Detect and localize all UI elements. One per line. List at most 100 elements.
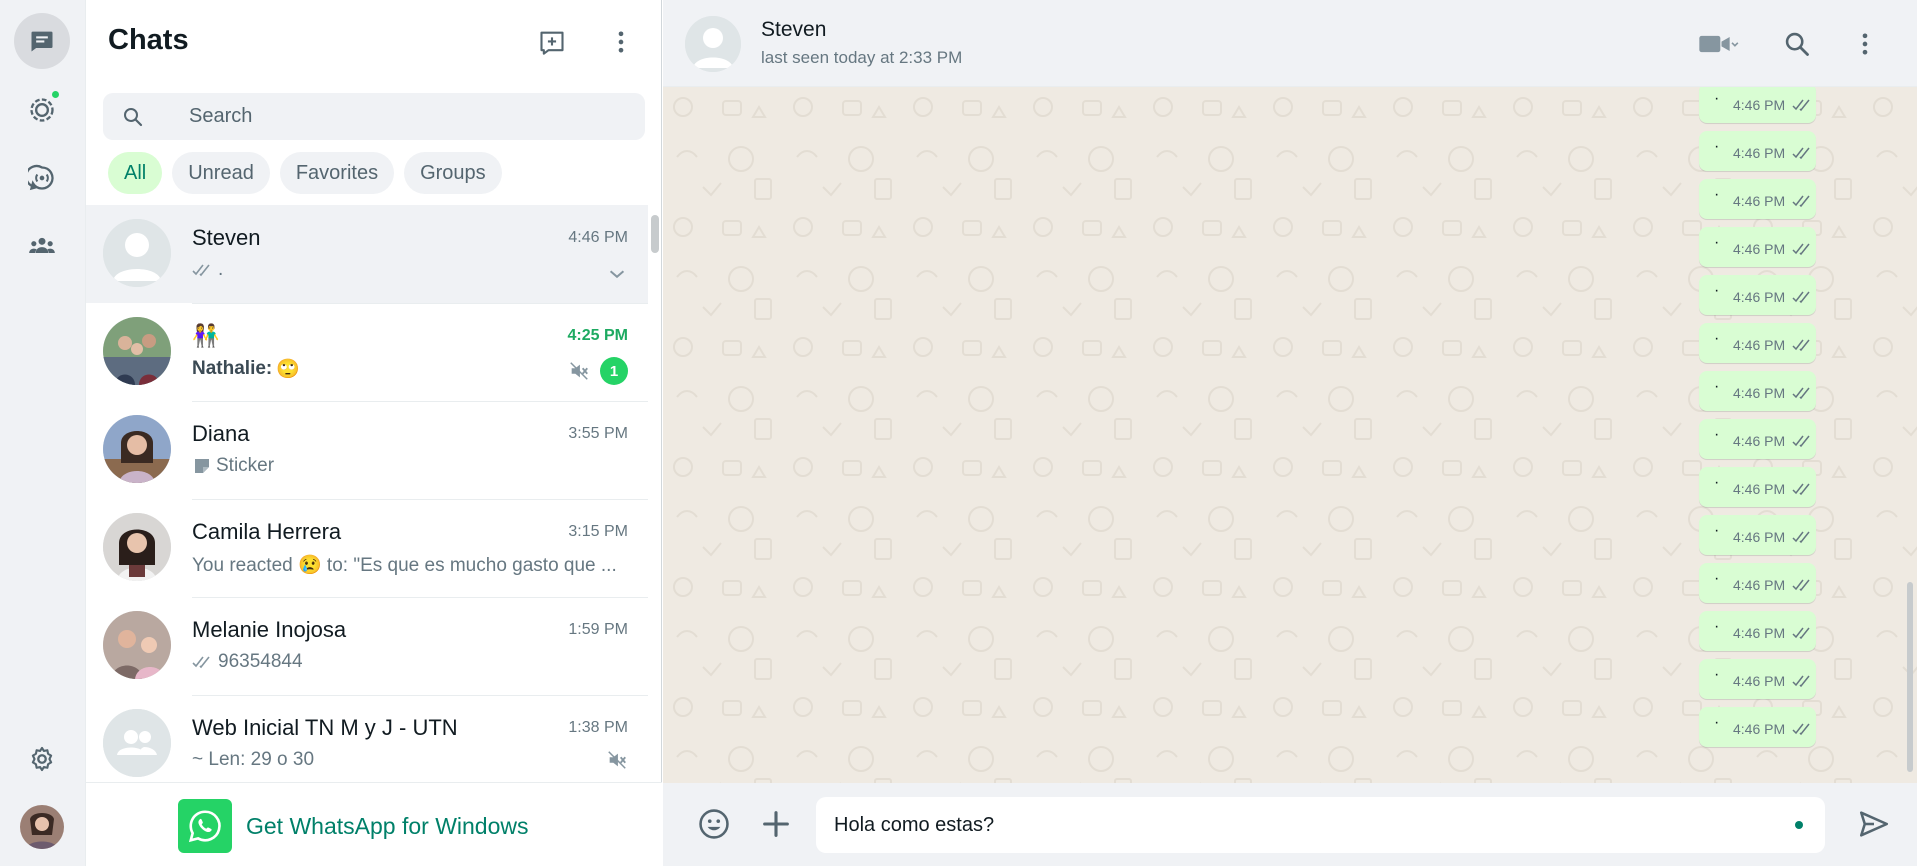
channels-icon [28, 164, 54, 191]
last-seen-status: last seen today at 2:33 PM [761, 48, 963, 67]
send-button[interactable] [1853, 803, 1895, 845]
outgoing-message-bubble[interactable]: · 4:46 PM [1699, 419, 1816, 459]
chat-row-meta: 1 [568, 357, 628, 385]
conversation-search-button[interactable] [1777, 24, 1817, 64]
chat-row-camila-herrera[interactable]: Camila Herrera 3:15 PM You reacted 😢 to:… [86, 499, 648, 597]
list-menu-button[interactable] [601, 22, 641, 62]
chat-row-diana[interactable]: Diana 3:55 PM Sticker [86, 401, 648, 499]
message-time: 4:46 PM [1733, 529, 1786, 545]
double-check-icon [1792, 483, 1810, 496]
chat-preview-text: ~ Len: 29 o 30 [192, 749, 315, 770]
outgoing-message-bubble[interactable]: · 4:46 PM [1699, 87, 1816, 123]
message-scrollbar[interactable] [1907, 582, 1913, 772]
chat-list-scrollbar[interactable] [651, 215, 659, 253]
rail-channels-button[interactable] [14, 150, 70, 206]
filter-favorites[interactable]: Favorites [279, 152, 395, 194]
message-text: · [1714, 666, 1720, 683]
filter-groups[interactable]: Groups [404, 152, 502, 194]
rail-settings-button[interactable] [14, 731, 70, 787]
filter-unread[interactable]: Unread [172, 152, 270, 194]
get-windows-app-link[interactable]: Get WhatsApp for Windows [246, 813, 529, 840]
contact-photo [103, 513, 171, 581]
message-time: 4:46 PM [1733, 433, 1786, 449]
emoji-button[interactable] [693, 803, 735, 845]
outgoing-message-bubble[interactable]: · 4:46 PM [1699, 275, 1816, 315]
double-check-icon [1792, 339, 1810, 352]
message-text: · [1714, 618, 1720, 635]
message-text: · [1714, 714, 1720, 731]
outgoing-message-bubble[interactable]: · 4:46 PM [1699, 131, 1816, 171]
chat-row-actions [606, 263, 628, 285]
double-check-icon [1792, 99, 1810, 112]
rail-communities-button[interactable] [14, 218, 70, 274]
profile-avatar[interactable] [20, 805, 64, 849]
outgoing-message-bubble[interactable]: · 4:46 PM [1699, 611, 1816, 651]
row-divider [192, 597, 648, 598]
search-icon [1785, 32, 1809, 56]
message-text: · [1714, 570, 1720, 587]
message-text: · [1714, 186, 1720, 203]
chat-row-melanie-inojosa[interactable]: Melanie Inojosa 1:59 PM 96354844 [86, 597, 648, 695]
chat-list-panel: Chats All Unread Favorites Groups [86, 0, 662, 866]
search-bar [103, 93, 645, 140]
outgoing-message-bubble[interactable]: · 4:46 PM [1699, 371, 1816, 411]
message-time: 4:46 PM [1733, 481, 1786, 497]
get-windows-app-banner[interactable]: Get WhatsApp for Windows [86, 782, 662, 866]
avatar[interactable] [685, 16, 741, 72]
search-icon [124, 108, 143, 127]
group-photo [103, 317, 171, 385]
message-text: · [1714, 426, 1720, 443]
video-call-icon [1699, 35, 1739, 53]
new-chat-button[interactable] [532, 22, 572, 62]
message-time: 4:46 PM [1733, 625, 1786, 641]
communities-icon [29, 237, 55, 253]
message-time: 4:46 PM [1733, 721, 1786, 737]
sticker-icon [195, 459, 209, 473]
row-divider [192, 499, 648, 500]
status-unread-dot [50, 89, 61, 100]
conversation-header[interactable]: Steven last seen today at 2:33 PM [663, 0, 1917, 87]
chat-row-family-group[interactable]: 👫 4:25 PM Nathalie: 🙄 1 [86, 303, 648, 401]
outgoing-message-bubble[interactable]: · 4:46 PM [1699, 467, 1816, 507]
message-text: · [1714, 138, 1720, 155]
new-chat-icon [540, 31, 564, 55]
outgoing-message-bubble[interactable]: · 4:46 PM [1699, 515, 1816, 555]
conversation-panel: Steven last seen today at 2:33 PM · 4:46… [663, 0, 1917, 866]
chat-name: Steven [192, 225, 261, 250]
message-input[interactable] [834, 797, 1784, 853]
avatar [103, 611, 171, 679]
message-text: · [1714, 234, 1720, 251]
chat-row-web-inicial[interactable]: Web Inicial TN M y J - UTN 1:38 PM ~ Len… [86, 695, 648, 782]
outgoing-message-bubble[interactable]: · 4:46 PM [1699, 563, 1816, 603]
outgoing-message-bubble[interactable]: · 4:46 PM [1699, 659, 1816, 699]
chat-preview-text: Sticker [216, 455, 275, 476]
message-text: · [1714, 330, 1720, 347]
attach-button[interactable] [755, 803, 797, 845]
chevron-down-icon[interactable] [606, 263, 628, 285]
chat-list-header: Chats [86, 0, 662, 84]
message-text: · [1714, 282, 1720, 299]
outgoing-message-bubble[interactable]: · 4:46 PM [1699, 323, 1816, 363]
filter-all[interactable]: All [108, 152, 163, 194]
plus-icon [763, 811, 789, 837]
video-call-button[interactable] [1691, 24, 1745, 64]
outgoing-message-bubble[interactable]: · 4:46 PM [1699, 707, 1816, 747]
double-check-icon [1792, 243, 1810, 256]
double-check-icon [1792, 531, 1810, 544]
rail-status-button[interactable] [14, 82, 70, 138]
outgoing-message-bubble[interactable]: · 4:46 PM [1699, 179, 1816, 219]
chat-row-steven[interactable]: Steven 4:46 PM . [86, 205, 648, 303]
emoji-icon [699, 809, 729, 839]
muted-icon [570, 362, 588, 380]
contact-photo [103, 611, 171, 679]
row-divider [192, 401, 648, 402]
chat-preview: Nathalie: 🙄 [192, 357, 300, 381]
rail-chats-button[interactable] [14, 13, 70, 69]
chat-name: Melanie Inojosa [192, 617, 347, 642]
chat-preview: Sticker [192, 455, 274, 477]
send-icon [1859, 811, 1889, 837]
double-check-icon [1792, 195, 1810, 208]
conversation-menu-button[interactable] [1845, 24, 1885, 64]
search-input[interactable] [189, 93, 629, 140]
outgoing-message-bubble[interactable]: · 4:46 PM [1699, 227, 1816, 267]
